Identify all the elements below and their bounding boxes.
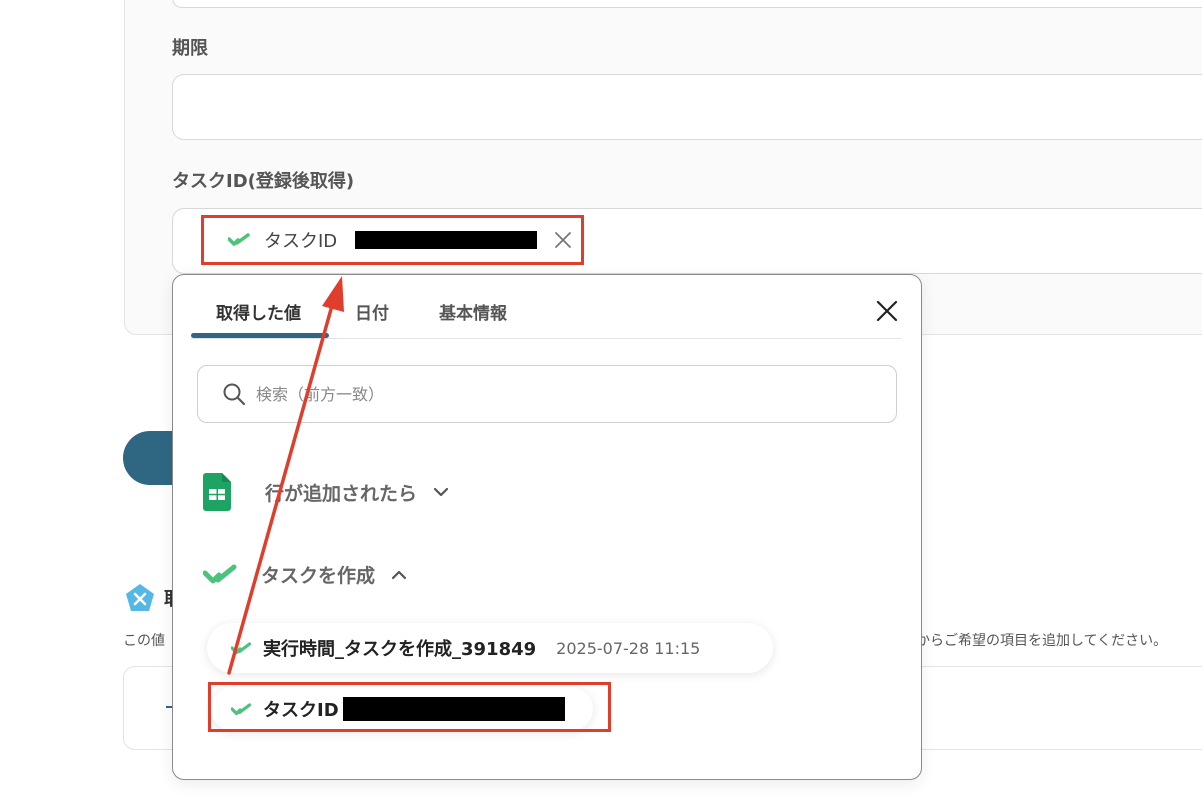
group-label-create-task: タスクを作成 (261, 565, 376, 587)
deadline-label: 期限 (172, 38, 208, 59)
search-field[interactable] (197, 365, 897, 423)
check-brand-icon (231, 702, 251, 715)
redacted-value (342, 697, 565, 721)
value-picker-popup: 取得した値 日付 基本情報 行が追加されたら (172, 274, 922, 780)
pentagon-x-icon (126, 584, 154, 611)
help-text-left: この値 (123, 633, 165, 649)
task-id-chip[interactable]: タスクID (212, 223, 576, 257)
check-brand-icon (203, 564, 237, 583)
help-text-right: からご希望の項目を追加してください。 (916, 633, 1168, 649)
previous-field-input[interactable] (172, 0, 1202, 8)
google-sheets-icon (203, 473, 231, 511)
task-id-label: タスクID(登録後取得) (172, 171, 355, 192)
group-row-added[interactable]: 行が追加されたら (203, 473, 449, 511)
item-label: 実行時間_タスクを作成_391849 (263, 639, 537, 660)
deadline-input[interactable] (172, 74, 1202, 140)
remove-chip-icon[interactable] (554, 231, 572, 249)
close-icon[interactable] (875, 299, 899, 323)
group-create-task[interactable]: タスクを作成 (203, 561, 407, 588)
item-label: タスクID (263, 700, 339, 721)
list-item-execution-time[interactable]: 実行時間_タスクを作成_391849 2025-07-28 11:15 (207, 623, 773, 673)
tab-date[interactable]: 日付 (355, 299, 389, 324)
tab-divider (191, 338, 901, 339)
chip-label: タスクID (264, 231, 338, 252)
active-tab-indicator (191, 333, 329, 338)
item-time: 2025-07-28 11:15 (556, 638, 701, 658)
check-brand-icon (231, 641, 251, 654)
tab-basic-info[interactable]: 基本情報 (439, 299, 507, 324)
tab-acquired-values[interactable]: 取得した値 (216, 299, 301, 324)
list-item-task-id[interactable]: タスクID (211, 687, 593, 731)
group-label-added: 行が追加されたら (265, 482, 418, 505)
page: 期限 タスクID(登録後取得) タスクID 取 この値 からご希望の項目を追加し… (0, 0, 1202, 798)
search-input[interactable] (254, 383, 858, 405)
chevron-down-icon (433, 487, 449, 497)
redacted-value (355, 231, 538, 249)
chevron-up-icon (391, 570, 407, 579)
search-icon (223, 383, 246, 406)
check-brand-icon (228, 233, 250, 246)
